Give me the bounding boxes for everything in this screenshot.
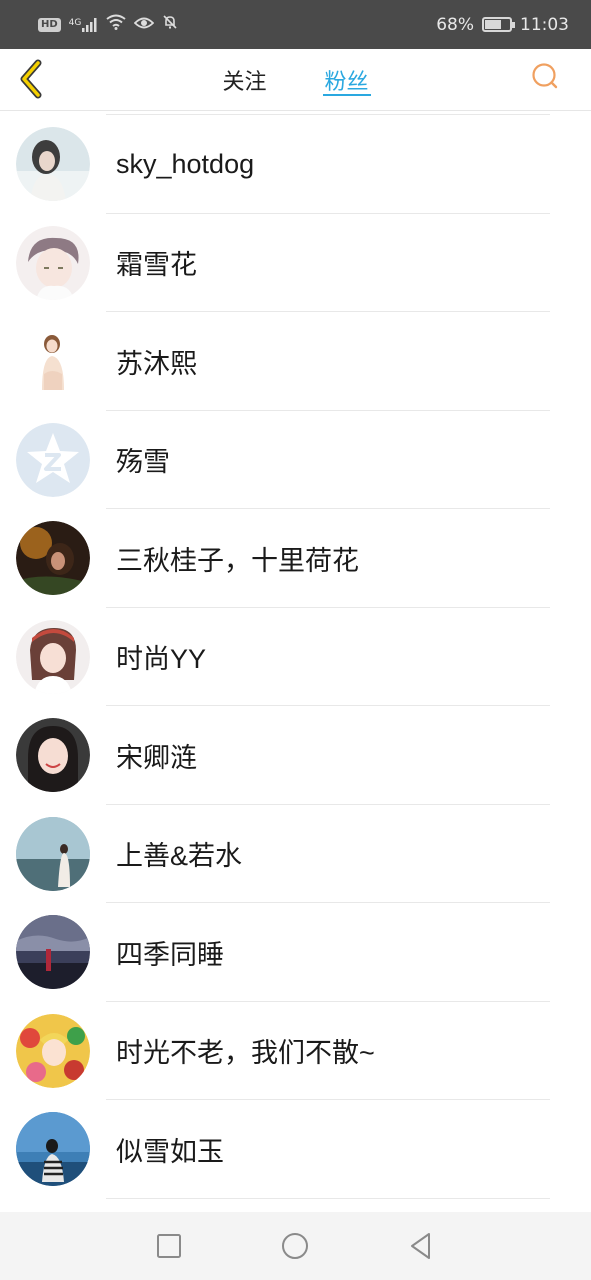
search-icon [532,63,558,89]
signal-icon: 4G [68,17,99,32]
recents-button[interactable] [139,1212,199,1280]
triangle-back-icon [411,1233,430,1259]
square-recents-icon [157,1234,181,1258]
list-item[interactable]: 霜雪花 [0,214,591,312]
list-item[interactable]: 上善&若水 [0,805,591,903]
list-item[interactable]: 时光不老，我们不散~ [0,1002,591,1100]
list-item[interactable]: 四季同睡 [0,903,591,1002]
avatar [16,1112,90,1187]
list-item[interactable]: 似雪如玉 [0,1100,591,1199]
battery-percent: 68% [436,14,474,35]
fan-name: 四季同睡 [116,939,224,970]
list-item[interactable]: 宋卿涟 [0,706,591,805]
tab-fans[interactable]: 粉丝 [322,49,371,111]
battery-icon [482,17,515,32]
fan-name: sky_hotdog [116,148,255,179]
status-left: HD 4G [38,14,178,35]
avatar [16,422,90,497]
list-item[interactable]: sky_hotdog [0,115,591,214]
avatar [16,915,90,990]
list-item[interactable]: 殇雪 [0,411,591,509]
list-item[interactable]: 三秋桂子，十里荷花 [0,509,591,608]
list-item[interactable]: 苏沐熙 [0,312,591,411]
search-button[interactable] [529,61,561,93]
status-right: 68% 11:03 [436,15,569,35]
fan-name: 苏沐熙 [116,348,197,379]
tab-bar: 关注 粉丝 [0,49,591,111]
mute-bell-icon [162,14,178,35]
network-label: 4G [68,17,82,28]
system-nav-bar [0,1212,591,1280]
avatar [16,718,90,793]
fan-name: 宋卿涟 [116,742,197,773]
fan-name: 三秋桂子，十里荷花 [116,545,359,576]
system-back-button[interactable] [391,1212,451,1280]
avatar [16,1013,90,1088]
fan-list[interactable]: sky_hotdog 霜雪花 苏沐熙 殇雪 三秋桂子，十里荷花 时尚YY 宋卿涟… [0,114,591,1210]
list-item[interactable]: 时尚YY [0,608,591,706]
fan-name: 殇雪 [116,447,170,478]
avatar [16,324,90,399]
avatar [16,127,90,202]
divider [106,1197,550,1199]
avatar [16,521,90,596]
header: 关注 粉丝 [0,49,591,111]
fan-name: 上善&若水 [116,841,243,872]
status-bar: HD 4G 68% 11:03 [0,0,591,49]
avatar [16,816,90,891]
hd-badge: HD [38,17,61,32]
eye-icon [134,15,155,35]
fan-name: 霜雪花 [116,250,197,281]
tab-following[interactable]: 关注 [222,49,266,111]
clock: 11:03 [520,14,569,35]
home-button[interactable] [265,1212,325,1280]
avatar [16,619,90,694]
fan-name: 似雪如玉 [116,1136,224,1167]
wifi-icon [106,14,126,35]
fan-name: 时尚YY [116,644,207,675]
avatar [16,225,90,300]
fan-name: 时光不老，我们不散~ [116,1038,375,1069]
circle-home-icon [282,1233,308,1259]
